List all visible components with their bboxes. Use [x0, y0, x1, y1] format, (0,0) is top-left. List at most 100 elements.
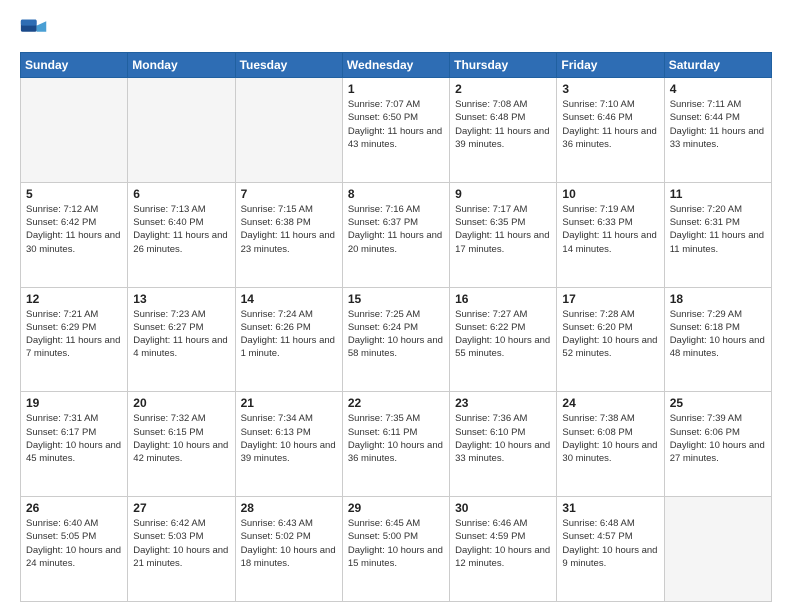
calendar-table: SundayMondayTuesdayWednesdayThursdayFrid… — [20, 52, 772, 602]
day-number: 7 — [241, 187, 337, 201]
calendar-cell — [21, 78, 128, 183]
day-number: 6 — [133, 187, 229, 201]
day-info: Sunrise: 7:31 AM Sunset: 6:17 PM Dayligh… — [26, 412, 122, 465]
day-info: Sunrise: 6:43 AM Sunset: 5:02 PM Dayligh… — [241, 517, 337, 570]
day-number: 25 — [670, 396, 766, 410]
day-info: Sunrise: 7:34 AM Sunset: 6:13 PM Dayligh… — [241, 412, 337, 465]
calendar-week-row: 5Sunrise: 7:12 AM Sunset: 6:42 PM Daylig… — [21, 182, 772, 287]
calendar-cell: 13 Sunrise: 7:23 AM Sunset: 6:27 PM Dayli… — [128, 287, 235, 392]
day-info: Sunrise: 7:35 AM Sunset: 6:11 PM Dayligh… — [348, 412, 444, 465]
calendar-day-header: Tuesday — [235, 53, 342, 78]
calendar-day-header: Friday — [557, 53, 664, 78]
calendar-cell: 23 Sunrise: 7:36 AM Sunset: 6:10 PM Dayli… — [450, 392, 557, 497]
day-number: 22 — [348, 396, 444, 410]
calendar-day-header: Thursday — [450, 53, 557, 78]
calendar-day-header: Saturday — [664, 53, 771, 78]
calendar-cell: 22 Sunrise: 7:35 AM Sunset: 6:11 PM Dayli… — [342, 392, 449, 497]
calendar-cell: 20 Sunrise: 7:32 AM Sunset: 6:15 PM Dayli… — [128, 392, 235, 497]
calendar-week-row: 1 Sunrise: 7:07 AM Sunset: 6:50 PM Daylig… — [21, 78, 772, 183]
calendar-cell: 5Sunrise: 7:12 AM Sunset: 6:42 PM Daylig… — [21, 182, 128, 287]
calendar-cell: 10 Sunrise: 7:19 AM Sunset: 6:33 PM Dayli… — [557, 182, 664, 287]
day-number: 11 — [670, 187, 766, 201]
calendar-cell: 15Sunrise: 7:25 AM Sunset: 6:24 PM Dayli… — [342, 287, 449, 392]
calendar-cell: 21 Sunrise: 7:34 AM Sunset: 6:13 PM Dayli… — [235, 392, 342, 497]
day-info: Sunrise: 6:46 AM Sunset: 4:59 PM Dayligh… — [455, 517, 551, 570]
calendar-body: 1 Sunrise: 7:07 AM Sunset: 6:50 PM Daylig… — [21, 78, 772, 602]
day-number: 23 — [455, 396, 551, 410]
calendar-cell — [128, 78, 235, 183]
calendar-cell: 19 Sunrise: 7:31 AM Sunset: 6:17 PM Dayli… — [21, 392, 128, 497]
calendar-cell: 9 Sunrise: 7:17 AM Sunset: 6:35 PM Daylig… — [450, 182, 557, 287]
day-number: 8 — [348, 187, 444, 201]
calendar-cell: 1 Sunrise: 7:07 AM Sunset: 6:50 PM Daylig… — [342, 78, 449, 183]
calendar-cell: 29Sunrise: 6:45 AM Sunset: 5:00 PM Dayli… — [342, 497, 449, 602]
day-info: Sunrise: 7:21 AM Sunset: 6:29 PM Dayligh… — [26, 308, 122, 361]
day-number: 10 — [562, 187, 658, 201]
day-info: Sunrise: 7:38 AM Sunset: 6:08 PM Dayligh… — [562, 412, 658, 465]
calendar-week-row: 26 Sunrise: 6:40 AM Sunset: 5:05 PM Dayli… — [21, 497, 772, 602]
day-info: Sunrise: 7:36 AM Sunset: 6:10 PM Dayligh… — [455, 412, 551, 465]
day-info: Sunrise: 7:27 AM Sunset: 6:22 PM Dayligh… — [455, 308, 551, 361]
page-header — [20, 16, 772, 44]
calendar-week-row: 19 Sunrise: 7:31 AM Sunset: 6:17 PM Dayli… — [21, 392, 772, 497]
calendar-cell: 11Sunrise: 7:20 AM Sunset: 6:31 PM Dayli… — [664, 182, 771, 287]
calendar-day-header: Wednesday — [342, 53, 449, 78]
day-number: 28 — [241, 501, 337, 515]
day-info: Sunrise: 6:45 AM Sunset: 5:00 PM Dayligh… — [348, 517, 444, 570]
day-number: 31 — [562, 501, 658, 515]
day-number: 2 — [455, 82, 551, 96]
day-info: Sunrise: 7:11 AM Sunset: 6:44 PM Dayligh… — [670, 98, 766, 151]
day-info: Sunrise: 7:07 AM Sunset: 6:50 PM Dayligh… — [348, 98, 444, 151]
day-number: 5 — [26, 187, 122, 201]
calendar-cell: 2Sunrise: 7:08 AM Sunset: 6:48 PM Daylig… — [450, 78, 557, 183]
day-info: Sunrise: 7:29 AM Sunset: 6:18 PM Dayligh… — [670, 308, 766, 361]
day-number: 4 — [670, 82, 766, 96]
calendar-day-header: Sunday — [21, 53, 128, 78]
day-info: Sunrise: 6:42 AM Sunset: 5:03 PM Dayligh… — [133, 517, 229, 570]
calendar-cell: 14 Sunrise: 7:24 AM Sunset: 6:26 PM Dayli… — [235, 287, 342, 392]
calendar-cell: 8 Sunrise: 7:16 AM Sunset: 6:37 PM Daylig… — [342, 182, 449, 287]
calendar-cell: 24 Sunrise: 7:38 AM Sunset: 6:08 PM Dayli… — [557, 392, 664, 497]
day-info: Sunrise: 6:40 AM Sunset: 5:05 PM Dayligh… — [26, 517, 122, 570]
day-info: Sunrise: 7:25 AM Sunset: 6:24 PM Dayligh… — [348, 308, 444, 361]
day-number: 18 — [670, 292, 766, 306]
day-number: 21 — [241, 396, 337, 410]
calendar-cell: 31Sunrise: 6:48 AM Sunset: 4:57 PM Dayli… — [557, 497, 664, 602]
calendar-cell: 3 Sunrise: 7:10 AM Sunset: 6:46 PM Daylig… — [557, 78, 664, 183]
day-info: Sunrise: 7:16 AM Sunset: 6:37 PM Dayligh… — [348, 203, 444, 256]
calendar-day-header: Monday — [128, 53, 235, 78]
day-info: Sunrise: 7:10 AM Sunset: 6:46 PM Dayligh… — [562, 98, 658, 151]
day-number: 17 — [562, 292, 658, 306]
day-number: 12 — [26, 292, 122, 306]
day-info: Sunrise: 7:15 AM Sunset: 6:38 PM Dayligh… — [241, 203, 337, 256]
calendar-cell — [235, 78, 342, 183]
calendar-cell: 17Sunrise: 7:28 AM Sunset: 6:20 PM Dayli… — [557, 287, 664, 392]
day-info: Sunrise: 7:19 AM Sunset: 6:33 PM Dayligh… — [562, 203, 658, 256]
day-number: 1 — [348, 82, 444, 96]
calendar-cell: 30Sunrise: 6:46 AM Sunset: 4:59 PM Dayli… — [450, 497, 557, 602]
day-number: 3 — [562, 82, 658, 96]
day-info: Sunrise: 7:39 AM Sunset: 6:06 PM Dayligh… — [670, 412, 766, 465]
day-number: 13 — [133, 292, 229, 306]
calendar-cell: 16 Sunrise: 7:27 AM Sunset: 6:22 PM Dayli… — [450, 287, 557, 392]
day-number: 19 — [26, 396, 122, 410]
calendar-week-row: 12 Sunrise: 7:21 AM Sunset: 6:29 PM Dayli… — [21, 287, 772, 392]
day-number: 27 — [133, 501, 229, 515]
day-number: 9 — [455, 187, 551, 201]
calendar-cell: 7 Sunrise: 7:15 AM Sunset: 6:38 PM Daylig… — [235, 182, 342, 287]
day-info: Sunrise: 7:17 AM Sunset: 6:35 PM Dayligh… — [455, 203, 551, 256]
calendar-cell: 6 Sunrise: 7:13 AM Sunset: 6:40 PM Daylig… — [128, 182, 235, 287]
logo-icon — [20, 16, 48, 44]
day-number: 16 — [455, 292, 551, 306]
day-number: 24 — [562, 396, 658, 410]
day-number: 26 — [26, 501, 122, 515]
day-info: Sunrise: 7:24 AM Sunset: 6:26 PM Dayligh… — [241, 308, 337, 361]
logo — [20, 16, 52, 44]
day-info: Sunrise: 7:32 AM Sunset: 6:15 PM Dayligh… — [133, 412, 229, 465]
day-number: 14 — [241, 292, 337, 306]
day-number: 20 — [133, 396, 229, 410]
calendar-cell: 12 Sunrise: 7:21 AM Sunset: 6:29 PM Dayli… — [21, 287, 128, 392]
calendar-cell — [664, 497, 771, 602]
day-info: Sunrise: 7:23 AM Sunset: 6:27 PM Dayligh… — [133, 308, 229, 361]
day-info: Sunrise: 7:13 AM Sunset: 6:40 PM Dayligh… — [133, 203, 229, 256]
